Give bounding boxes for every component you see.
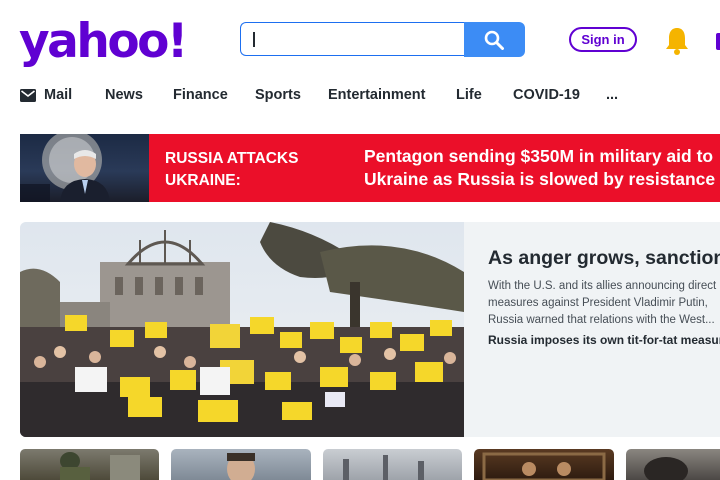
search-field[interactable] [240, 22, 464, 56]
nav-news[interactable]: News [105, 86, 143, 104]
hero-summary-line: With the U.S. and its allies announcing … [488, 280, 717, 292]
hero-story[interactable]: As anger grows, sanctions swing toward P… [20, 222, 720, 437]
banner-thumbnail [20, 134, 149, 202]
nav-mail[interactable]: Mail [44, 86, 72, 104]
breaking-label: RUSSIA ATTACKS UKRAINE: [165, 150, 299, 189]
nav-life[interactable]: Life [456, 86, 482, 104]
nav-finance[interactable]: Finance [173, 86, 228, 104]
nav-covid-19[interactable]: COVID-19 [513, 86, 580, 104]
bell-icon[interactable] [663, 26, 691, 56]
hero-summary-line: Russia warned that relations with the We… [488, 314, 715, 326]
text-caret [253, 32, 255, 47]
hero-title[interactable]: As anger grows, sanctions swing toward P… [488, 246, 720, 271]
sign-in-button[interactable]: Sign in [569, 27, 637, 52]
story-thumbnail[interactable] [323, 449, 462, 480]
mail-icon[interactable] [716, 33, 720, 50]
story-thumbnail[interactable] [626, 449, 720, 480]
breaking-news-banner[interactable]: RUSSIA ATTACKS UKRAINE: Pentagon sending… [20, 134, 720, 202]
story-thumbnail[interactable] [474, 449, 614, 480]
hero-summary: With the U.S. and its allies announcing … [488, 278, 720, 329]
nav-entertainment[interactable]: Entertainment [328, 86, 426, 104]
story-thumbnail[interactable] [171, 449, 311, 480]
story-thumbnail[interactable] [20, 449, 159, 480]
hero-summary-line: measures against President Vladimir Puti… [488, 297, 708, 309]
magnifier-icon [484, 30, 504, 50]
hero-image[interactable] [20, 222, 464, 437]
breaking-headline[interactable]: Pentagon sending $350M in military aid t… [364, 145, 720, 191]
hero-text: As anger grows, sanctions swing toward P… [488, 246, 720, 349]
nav-more[interactable]: ... [606, 86, 618, 104]
hero-related-link[interactable]: Russia imposes its own tit-for-tat measu… [488, 332, 720, 349]
nav-sports[interactable]: Sports [255, 86, 301, 104]
envelope-icon [20, 89, 36, 102]
search-button[interactable] [464, 22, 525, 57]
search-input[interactable] [251, 24, 455, 56]
yahoo-logo[interactable]: yahoo! [19, 14, 188, 70]
